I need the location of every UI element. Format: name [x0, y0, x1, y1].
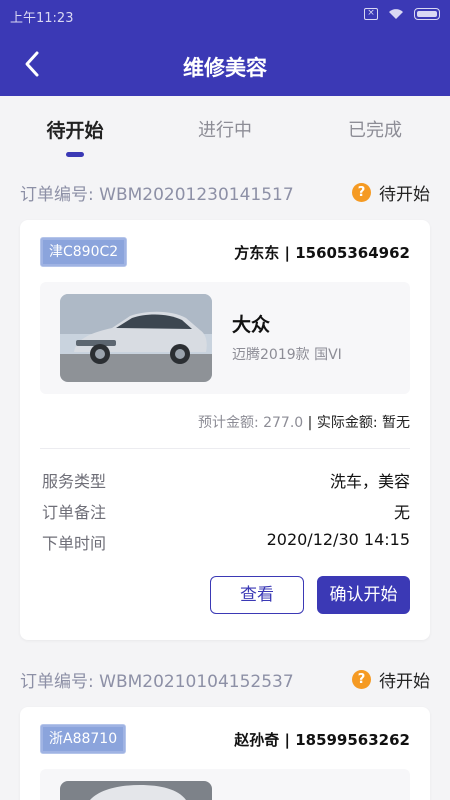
battery-icon	[414, 8, 440, 20]
active-tab-indicator	[66, 152, 84, 157]
car-info: 大众 迈腾2019款 国VI	[40, 282, 410, 394]
service-type-row: 服务类型 洗车，美容	[42, 468, 410, 492]
car-info	[40, 769, 410, 800]
service-type-value: 洗车，美容	[329, 472, 410, 491]
question-icon: ?	[352, 183, 371, 202]
status-time: 上午11:23	[10, 11, 74, 26]
order-status-label: 待开始	[379, 672, 430, 692]
car-model: 迈腾2019款 国VI	[232, 347, 342, 363]
order-header: 订单编号: WBM20210104152537 ? 待开始	[20, 667, 430, 692]
system-icons: ×	[364, 8, 440, 20]
tab-completed[interactable]: 已完成	[300, 116, 450, 142]
sim-icon: ×	[364, 8, 378, 20]
view-button[interactable]: 查看	[210, 576, 304, 614]
app-bar: 维修美容	[0, 32, 450, 96]
actual-amount: 实际金额: 暂无	[316, 415, 410, 431]
order-time-row: 下单时间 2020/12/30 14:15	[42, 530, 410, 554]
order-note-row: 订单备注 无	[42, 499, 410, 523]
car-image	[60, 781, 212, 800]
order-time-label: 下单时间	[42, 534, 107, 553]
order-number: 订单编号: WBM20201230141517	[20, 185, 294, 205]
estimated-amount: 预计金额: 277.0	[197, 415, 304, 431]
tab-in-progress[interactable]: 进行中	[150, 116, 300, 142]
order-header: 订单编号: WBM20201230141517 ? 待开始	[20, 180, 430, 205]
wifi-icon	[389, 9, 403, 19]
order-card: 浙A88710 赵孙奇 | 18599563262	[20, 707, 430, 800]
status-bar: 上午11:23 ×	[0, 0, 450, 32]
car-image	[60, 294, 212, 382]
order-note-value: 无	[393, 503, 410, 522]
question-icon: ?	[352, 670, 371, 689]
service-type-label: 服务类型	[42, 472, 107, 491]
customer-info: 方东东 | 15605364962	[234, 244, 410, 262]
order-time-value: 2020/12/30 14:15	[266, 530, 410, 549]
order-card: 津C890C2 方东东 | 15605364962 大众 迈腾2019款 国VI…	[20, 220, 430, 640]
order-status-label: 待开始	[379, 185, 430, 205]
tab-pending[interactable]: 待开始	[0, 116, 150, 143]
order-note-label: 订单备注	[42, 503, 107, 522]
divider	[40, 448, 410, 449]
amount-line: 预计金额: 277.0 | 实际金额: 暂无	[197, 415, 410, 431]
order-status: ? 待开始	[352, 667, 430, 692]
page-title: 维修美容	[183, 56, 267, 80]
license-plate: 浙A88710	[40, 724, 127, 754]
customer-info: 赵孙奇 | 18599563262	[234, 731, 410, 749]
confirm-start-button[interactable]: 确认开始	[317, 576, 410, 614]
order-number: 订单编号: WBM20210104152537	[20, 672, 294, 692]
order-status: ? 待开始	[352, 180, 430, 205]
tab-bar: 待开始 进行中 已完成	[0, 96, 450, 166]
car-brand: 大众	[232, 314, 271, 336]
license-plate: 津C890C2	[40, 237, 128, 267]
